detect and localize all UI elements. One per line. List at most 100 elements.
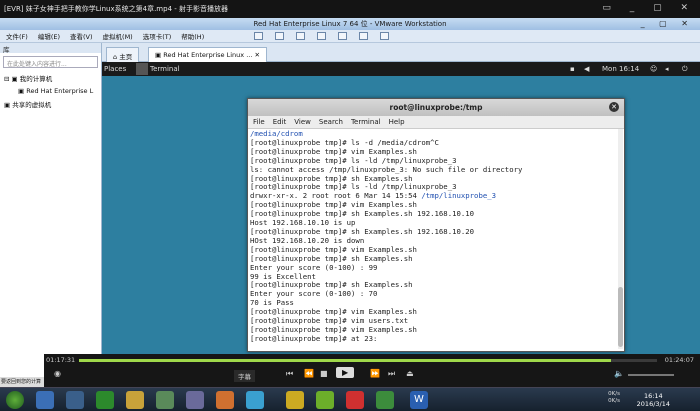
tree-label: 共享的虚拟机: [12, 101, 52, 109]
places-menu[interactable]: Places: [104, 62, 126, 76]
app5-icon[interactable]: [246, 391, 264, 409]
app-icon[interactable]: [96, 391, 114, 409]
player-task-icon[interactable]: [286, 391, 304, 409]
player-controls: 01:17:31 01:24:07 ◉ 字幕 ⏮ ⏪ ■ ▶ ⏩ ⏭ ⏏ 🔈: [44, 354, 700, 387]
unity-icon[interactable]: [359, 32, 369, 40]
terminal-menubar: File Edit View Search Terminal Help: [248, 116, 624, 129]
user-icon[interactable]: ☺: [650, 62, 657, 76]
volume-slider[interactable]: [628, 374, 674, 376]
terminal-line: Enter your score (0-100) : 70: [250, 289, 378, 299]
media-icon[interactable]: [126, 391, 144, 409]
tree-label: Red Hat Enterprise L: [26, 87, 94, 95]
open-file-icon[interactable]: ⏏: [406, 369, 414, 378]
terminal-titlebar: root@linuxprobe:/tmp ✕: [248, 99, 624, 116]
scrollbar-thumb[interactable]: [618, 287, 623, 347]
clock-date: 2016/3/14: [636, 400, 670, 408]
net-down: 0K/s: [608, 398, 620, 404]
app6-icon[interactable]: [346, 391, 364, 409]
clock-time: 16:14: [643, 392, 663, 400]
prev-icon[interactable]: ⏮: [286, 369, 293, 379]
next-icon[interactable]: ⏭: [388, 369, 395, 379]
menu-view[interactable]: 查看(V): [70, 31, 93, 41]
library-search-input[interactable]: 在此处键入内容进行...: [3, 56, 98, 68]
start-button[interactable]: [6, 391, 24, 409]
tab-rhel[interactable]: ▣ Red Hat Enterprise Linux ... ✕: [148, 47, 267, 62]
app3-icon[interactable]: [186, 391, 204, 409]
vmware-titlebar: Red Hat Enterprise Linux 7 64 位 - VMware…: [0, 18, 700, 30]
menu-file[interactable]: 文件(F): [6, 31, 28, 41]
menu-help[interactable]: 帮助(H): [181, 31, 204, 41]
menu-tabs[interactable]: 选项卡(T): [143, 31, 172, 41]
app4-icon[interactable]: [216, 391, 234, 409]
fullscreen-icon[interactable]: [338, 32, 348, 40]
tree-shared-vms[interactable]: ▣ 共享的虚拟机: [0, 97, 101, 111]
transport-controls: ◉ 字幕 ⏮ ⏪ ■ ▶ ⏩ ⏭ ⏏ 🔈: [44, 366, 700, 386]
manage-snapshot-icon[interactable]: [317, 32, 327, 40]
term-menu-edit[interactable]: Edit: [273, 116, 287, 128]
net-up: 0K/s: [608, 391, 620, 397]
close-icon[interactable]: ✕: [609, 102, 619, 112]
library-panel: 库 在此处键入内容进行... ⊟ ▣ 我的计算机 ▣ Red Hat Enter…: [0, 43, 102, 377]
camtasia-icon[interactable]: [316, 391, 334, 409]
revert-snapshot-icon[interactable]: [296, 32, 306, 40]
term-menu-view[interactable]: View: [294, 116, 311, 128]
terminal-app-menu[interactable]: Terminal: [150, 62, 180, 76]
play-vm-icon[interactable]: [254, 32, 264, 40]
total-time: 01:24:07: [664, 356, 694, 364]
vm-status-text: 要返回到您的计算: [0, 377, 44, 387]
vmware-window-controls[interactable]: _ ▢ ✕: [641, 18, 694, 30]
tree-vm-rhel[interactable]: ▣ Red Hat Enterprise L: [0, 85, 101, 97]
player-titlebar: [EVR] 妹子女神手把手教你学Linux系统之第4章.mp4 - 射手影音播放…: [0, 0, 700, 18]
seek-bar[interactable]: [79, 359, 657, 362]
player-logo-icon[interactable]: ◉: [54, 369, 61, 378]
app7-icon[interactable]: [376, 391, 394, 409]
elapsed-time: 01:17:31: [46, 356, 76, 364]
guest-clock[interactable]: Mon 16:14: [602, 62, 639, 76]
vmware-menubar: 文件(F) 编辑(E) 查看(V) 虚拟机(M) 选项卡(T) 帮助(H): [0, 30, 700, 43]
vmware-title: Red Hat Enterprise Linux 7 64 位 - VMware…: [253, 20, 447, 28]
tab-home-label: 主页: [119, 53, 133, 61]
guest-top-bar: Places Terminal ▪ ◀ Mon 16:14 ☺ ◂ ⏻: [102, 62, 700, 76]
guest-desktop: root@linuxprobe:/tmp ✕ File Edit View Se…: [102, 76, 700, 354]
subtitle-button[interactable]: 字幕: [234, 370, 255, 382]
play-icon[interactable]: ▶: [336, 367, 355, 378]
menu-vm[interactable]: 虚拟机(M): [103, 31, 133, 41]
stop-icon[interactable]: ■: [320, 369, 328, 378]
term-menu-help[interactable]: Help: [389, 116, 405, 128]
term-menu-search[interactable]: Search: [319, 116, 343, 128]
seek-bar-fill: [79, 359, 612, 362]
term-menu-terminal[interactable]: Terminal: [351, 116, 381, 128]
term-menu-file[interactable]: File: [253, 116, 265, 128]
snapshot-icon[interactable]: [275, 32, 285, 40]
terminal-line: [root@linuxprobe tmp]# at 23:: [250, 333, 378, 343]
console-view-icon[interactable]: [380, 32, 390, 40]
player-window-controls[interactable]: ▭ _ ▢ ✕: [602, 3, 696, 13]
menu-edit[interactable]: 编辑(E): [38, 31, 60, 41]
ie-icon[interactable]: [36, 391, 54, 409]
explorer-icon[interactable]: [66, 391, 84, 409]
player-title: [EVR] 妹子女神手把手教你学Linux系统之第4章.mp4 - 射手影音播放…: [4, 5, 228, 13]
terminal-window[interactable]: root@linuxprobe:/tmp ✕ File Edit View Se…: [247, 98, 625, 352]
terminal-app-icon: [136, 63, 148, 75]
terminal-title: root@linuxprobe:/tmp: [389, 103, 483, 112]
forward-icon[interactable]: ⏩: [370, 369, 380, 378]
library-title: 库: [0, 43, 101, 54]
tab-home[interactable]: ⌂ 主页: [106, 47, 140, 62]
vm-tabbar: ⌂ 主页 ▣ Red Hat Enterprise Linux ... ✕: [102, 43, 700, 62]
terminal-scrollbar[interactable]: [618, 129, 623, 349]
volume-icon[interactable]: ◀: [584, 62, 589, 76]
tree-label: 我的计算机: [19, 75, 53, 83]
net-speed: 0K/s 0K/s: [608, 391, 620, 405]
taskbar-clock[interactable]: 16:14 2016/3/14: [637, 392, 670, 408]
power-icon[interactable]: ⏻: [682, 62, 688, 76]
tree-my-computer[interactable]: ⊟ ▣ 我的计算机: [0, 71, 101, 85]
app2-icon[interactable]: [156, 391, 174, 409]
guest-volume-icon[interactable]: ◂: [665, 62, 669, 76]
network-icon[interactable]: ▪: [570, 62, 575, 76]
terminal-output[interactable]: /media/cdrom [root@linuxprobe tmp]# ls -d…: [248, 129, 624, 351]
windows-taskbar: W 0K/s 0K/s 16:14 2016/3/14: [0, 387, 700, 411]
word-icon[interactable]: W: [410, 391, 428, 409]
mute-icon[interactable]: 🔈: [614, 369, 624, 378]
rewind-icon[interactable]: ⏪: [304, 369, 314, 378]
tab-rhel-label: Red Hat Enterprise Linux ...: [163, 51, 253, 59]
